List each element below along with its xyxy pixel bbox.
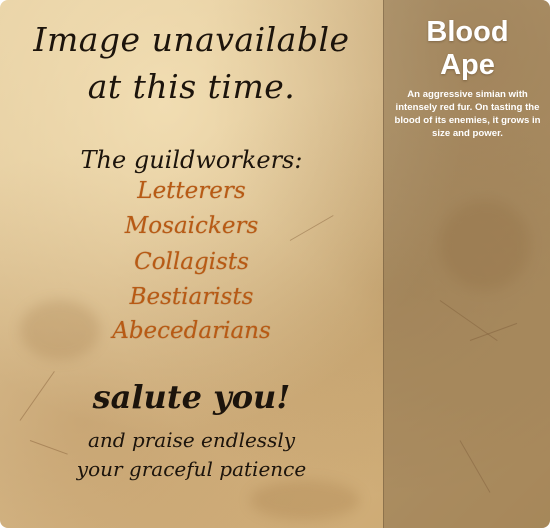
guild-abecedarians: Abecedarians xyxy=(112,318,271,344)
card-title-line-1: Blood xyxy=(426,16,509,48)
guild-letterers: Letterers xyxy=(137,178,246,204)
card-description: An aggressive simian with intensely red … xyxy=(394,89,541,139)
guild-collagists: Collagists xyxy=(134,249,249,275)
card-title: Blood Ape xyxy=(384,16,550,82)
praise-line-2: your graceful patience xyxy=(76,457,307,481)
guildworkers-heading: The guildworkers: xyxy=(80,146,303,174)
unavailable-line-2: at this time. xyxy=(87,67,296,106)
placeholder-art: Image unavailable at this time. The guil… xyxy=(0,0,383,528)
guild-bestiarists: Bestiarists xyxy=(129,284,254,310)
unavailable-line-1: Image unavailable xyxy=(33,20,350,59)
salute-text: salute you! xyxy=(92,378,291,416)
guild-mosaickers: Mosaickers xyxy=(124,213,259,239)
card-info-panel: Blood Ape An aggressive simian with inte… xyxy=(383,0,550,528)
card: Image unavailable at this time. The guil… xyxy=(0,0,550,528)
praise-line-1: and praise endlessly xyxy=(87,428,296,452)
card-title-line-2: Ape xyxy=(440,49,495,81)
